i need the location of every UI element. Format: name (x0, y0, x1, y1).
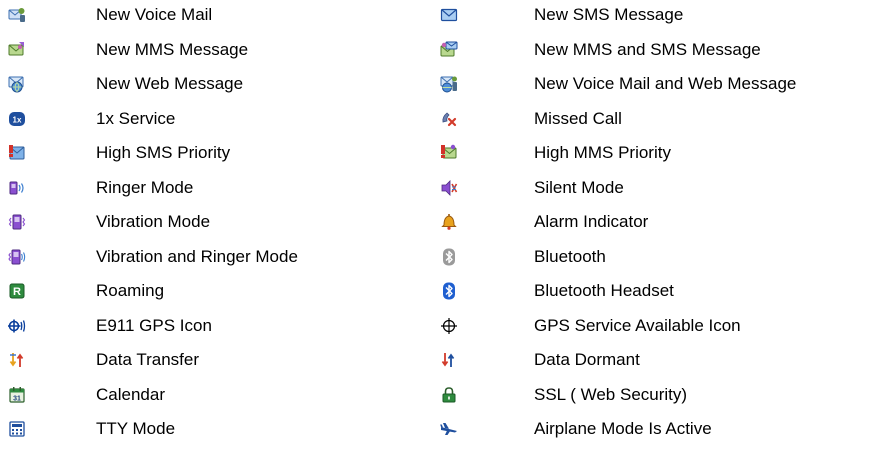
new-mms-message-icon (8, 41, 26, 59)
alarm-indicator-icon (440, 213, 458, 231)
legend-label: Data Dormant (534, 350, 640, 369)
legend-label: Ringer Mode (96, 177, 194, 197)
bluetooth-icon (440, 248, 458, 266)
data-transfer-icon (8, 351, 26, 369)
legend-row: R Roaming (0, 279, 430, 314)
new-voice-mail-and-web-message-icon (440, 75, 458, 93)
legend-label: 1x Service (96, 108, 176, 128)
legend-label: Silent Mode (534, 177, 624, 197)
legend-label: Airplane Mode Is Active (534, 419, 712, 438)
legend-label: TTY Mode (96, 419, 176, 438)
legend-row: New MMS and SMS Message (438, 38, 869, 73)
legend-label: High SMS Priority (96, 143, 231, 162)
legend-row: Bluetooth Headset (438, 279, 869, 314)
ringer-mode-icon (8, 179, 26, 197)
legend-label: Alarm Indicator (534, 212, 649, 231)
vibration-and-ringer-mode-icon (8, 248, 26, 266)
new-sms-message-icon (440, 6, 458, 24)
legend-label: New MMS and SMS Message (534, 39, 761, 59)
legend-label: Bluetooth Headset (534, 281, 674, 300)
legend-row: GPS Service Available Icon (438, 314, 869, 349)
legend-row: New Voice Mail and Web Message (438, 72, 869, 107)
vibration-mode-icon (8, 213, 26, 231)
legend-label: E911 GPS Icon (96, 315, 212, 335)
silent-mode-icon (440, 179, 458, 197)
data-dormant-icon (440, 351, 458, 369)
legend-label: New Voice Mail and Web Message (534, 74, 797, 93)
legend-row: New MMS Message (0, 38, 430, 73)
legend-label: Vibration and Ringer Mode (96, 246, 298, 266)
legend-label: Data Transfer (96, 350, 199, 369)
e911-gps-icon (8, 317, 26, 335)
legend-left-column: New Voice Mail New MMS Message New Web M… (0, 3, 430, 452)
legend-row: Silent Mode (438, 176, 869, 211)
svg-text:1x: 1x (13, 115, 22, 124)
new-voice-mail-icon (8, 6, 26, 24)
icon-legend: New Voice Mail New MMS Message New Web M… (0, 0, 869, 457)
legend-label: SSL ( Web Security) (534, 384, 688, 404)
legend-row: Data Transfer (0, 348, 430, 383)
legend-row: TTY Mode (0, 417, 430, 452)
tty-mode-icon (8, 420, 26, 438)
missed-call-icon (440, 110, 458, 128)
new-web-message-icon (8, 75, 26, 93)
legend-row: Bluetooth (438, 245, 869, 280)
legend-label: New Web Message (96, 74, 244, 93)
legend-row: New Voice Mail (0, 3, 430, 38)
legend-row: Missed Call (438, 107, 869, 142)
legend-label: Bluetooth (534, 246, 606, 266)
1x-service-icon: 1x (8, 110, 26, 128)
legend-row: Ringer Mode (0, 176, 430, 211)
gps-service-available-icon (440, 317, 458, 335)
legend-label: High MMS Priority (534, 143, 671, 162)
airplane-mode-icon (440, 420, 458, 438)
legend-row: New Web Message (0, 72, 430, 107)
legend-row: 1x 1x Service (0, 107, 430, 142)
ssl-web-security-icon (440, 386, 458, 404)
legend-row: Airplane Mode Is Active (438, 417, 869, 452)
high-mms-priority-icon (440, 144, 458, 162)
legend-row: High SMS Priority (0, 141, 430, 176)
legend-row: Data Dormant (438, 348, 869, 383)
svg-text:R: R (13, 286, 21, 298)
legend-row: Vibration Mode (0, 210, 430, 245)
legend-label: Missed Call (534, 108, 622, 128)
roaming-icon: R (8, 282, 26, 300)
legend-row: New SMS Message (438, 3, 869, 38)
legend-label: New SMS Message (534, 5, 684, 24)
legend-row: SSL ( Web Security) (438, 383, 869, 418)
new-mms-and-sms-message-icon (440, 41, 458, 59)
high-sms-priority-icon (8, 144, 26, 162)
legend-row: High MMS Priority (438, 141, 869, 176)
legend-right-column: New SMS Message New MMS and SMS Message … (438, 3, 869, 452)
legend-row: E911 GPS Icon (0, 314, 430, 349)
legend-row: Vibration and Ringer Mode (0, 245, 430, 280)
legend-label: New MMS Message (96, 39, 249, 59)
bluetooth-headset-icon (440, 282, 458, 300)
calendar-icon: 31 (8, 386, 26, 404)
legend-label: Vibration Mode (96, 212, 211, 231)
legend-label: Calendar (96, 384, 165, 404)
svg-text:31: 31 (13, 395, 21, 402)
legend-label: Roaming (96, 281, 165, 300)
legend-label: GPS Service Available Icon (534, 315, 741, 335)
legend-row: 31 Calendar (0, 383, 430, 418)
legend-label: New Voice Mail (96, 5, 213, 24)
legend-row: Alarm Indicator (438, 210, 869, 245)
